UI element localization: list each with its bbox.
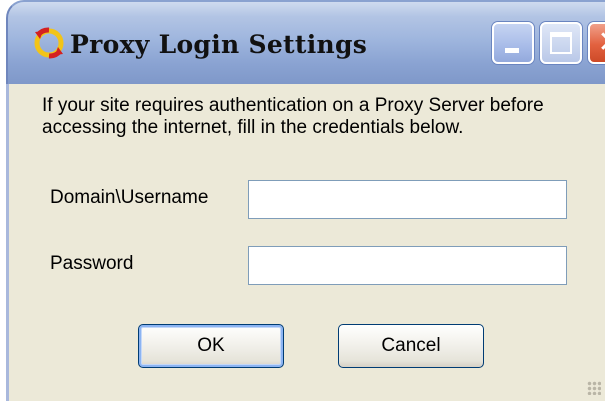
- maximize-icon: [550, 32, 572, 54]
- username-label: Domain\Username: [50, 187, 209, 208]
- maximize-button[interactable]: [540, 22, 582, 64]
- cancel-button[interactable]: Cancel: [338, 324, 484, 368]
- window-title: Proxy Login Settings: [70, 30, 368, 59]
- username-input[interactable]: [248, 180, 567, 219]
- proxy-login-dialog: Proxy Login Settings ✕ If your site requ…: [0, 0, 605, 401]
- password-input[interactable]: [248, 246, 567, 285]
- title-bar[interactable]: Proxy Login Settings ✕: [6, 0, 605, 84]
- minimize-icon: [505, 48, 519, 53]
- password-label: Password: [50, 253, 134, 274]
- resize-grip[interactable]: [587, 381, 601, 395]
- ok-button[interactable]: OK: [138, 324, 284, 368]
- close-button[interactable]: ✕: [588, 22, 605, 64]
- proxy-app-icon: [34, 27, 64, 59]
- minimize-button[interactable]: [492, 22, 534, 64]
- close-icon: ✕: [596, 26, 605, 60]
- description-text: If your site requires authentication on …: [42, 95, 544, 138]
